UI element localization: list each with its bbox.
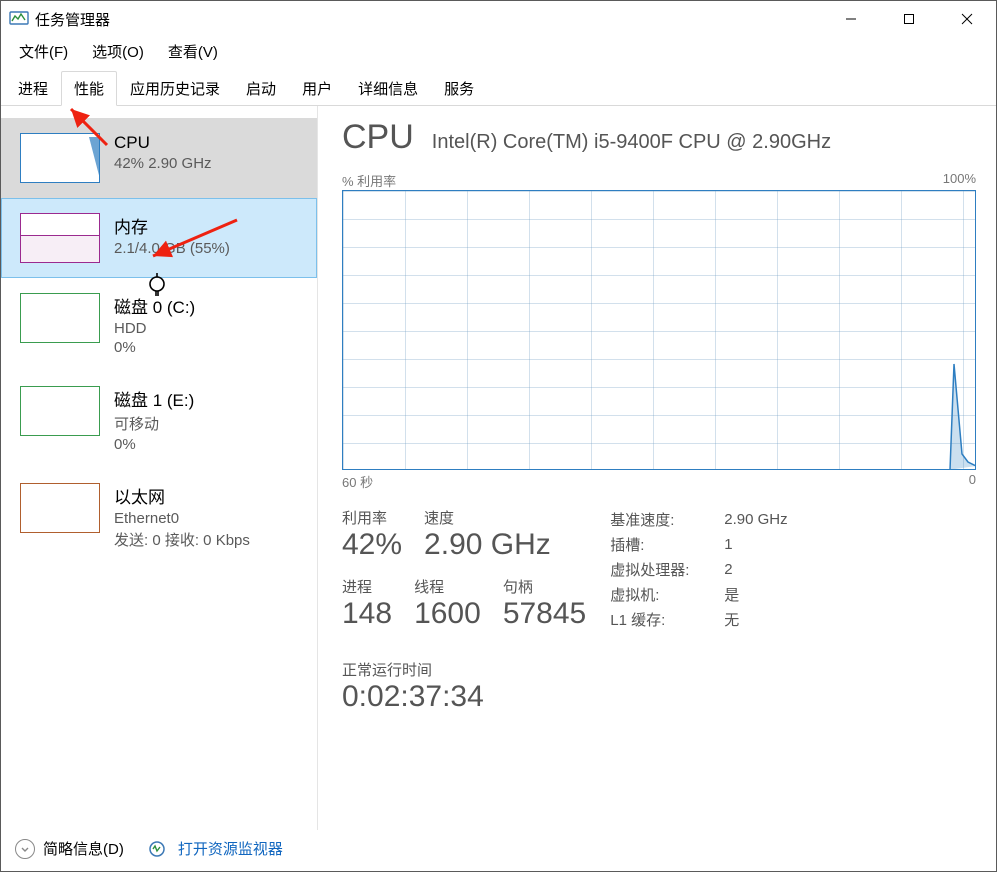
- stat-speed-label: 速度: [424, 507, 551, 528]
- cpu-sub: 42% 2.90 GHz: [114, 155, 306, 172]
- tab-details[interactable]: 详细信息: [345, 71, 431, 106]
- minimize-button[interactable]: [822, 1, 880, 37]
- sidebar-item-cpu[interactable]: CPU 42% 2.90 GHz: [1, 118, 317, 198]
- diske-pct: 0%: [114, 436, 306, 453]
- maximize-button[interactable]: [880, 1, 938, 37]
- window-title: 任务管理器: [35, 9, 110, 30]
- menu-view[interactable]: 查看(V): [164, 39, 222, 64]
- eth-title: 以太网: [114, 483, 306, 508]
- k-vprocs: 虚拟处理器:: [610, 557, 710, 582]
- k-sockets: 插槽:: [610, 532, 710, 557]
- diskc-pct: 0%: [114, 339, 306, 356]
- cpu-thumb-chart: [20, 133, 100, 183]
- eth-line3: 发送: 0 接收: 0 Kbps: [114, 529, 306, 550]
- v-vm: 是: [710, 582, 791, 607]
- menu-file[interactable]: 文件(F): [15, 39, 72, 64]
- graph-xmax: 0: [969, 472, 976, 491]
- app-icon: [9, 9, 29, 29]
- stat-threads-value: 1600: [414, 597, 481, 631]
- stat-procs-value: 148: [342, 597, 392, 631]
- tab-row: 进程 性能 应用历史记录 启动 用户 详细信息 服务: [1, 70, 996, 106]
- stat-handles-value: 57845: [503, 597, 586, 631]
- eth-sub: Ethernet0: [114, 510, 306, 527]
- sidebar-item-disk-e[interactable]: 磁盘 1 (E:) 可移动 0%: [1, 371, 317, 468]
- tab-app-history[interactable]: 应用历史记录: [117, 71, 233, 106]
- memory-title: 内存: [114, 213, 306, 238]
- memory-thumb-chart: [20, 213, 100, 263]
- sidebar-item-disk-c[interactable]: 磁盘 0 (C:) HDD 0%: [1, 278, 317, 371]
- footer: 简略信息(D) 打开资源监视器: [1, 830, 996, 871]
- tab-startup[interactable]: 启动: [233, 71, 289, 106]
- k-base-speed: 基准速度:: [610, 507, 710, 532]
- stat-util-label: 利用率: [342, 507, 402, 528]
- uptime-label: 正常运行时间: [342, 659, 586, 680]
- stat-procs-label: 进程: [342, 576, 392, 597]
- eth-thumb-chart: [20, 483, 100, 533]
- diskc-title: 磁盘 0 (C:): [114, 293, 306, 318]
- detail-panel: CPU Intel(R) Core(TM) i5-9400F CPU @ 2.9…: [318, 106, 996, 830]
- menubar: 文件(F) 选项(O) 查看(V): [1, 37, 996, 70]
- simple-info-button[interactable]: 简略信息(D): [43, 838, 124, 859]
- uptime-value: 0:02:37:34: [342, 680, 586, 714]
- v-vprocs: 2: [710, 557, 791, 582]
- menu-options[interactable]: 选项(O): [88, 39, 148, 64]
- diske-sub: 可移动: [114, 413, 306, 434]
- tab-processes[interactable]: 进程: [5, 71, 61, 106]
- sidebar-item-memory[interactable]: 内存 2.1/4.0 GB (55%): [1, 198, 317, 278]
- diskc-sub: HDD: [114, 320, 306, 337]
- titlebar: 任务管理器: [1, 1, 996, 37]
- resource-list: CPU 42% 2.90 GHz 内存 2.1/4.0 GB (55%) 磁盘 …: [1, 106, 318, 830]
- v-base-speed: 2.90 GHz: [710, 507, 791, 532]
- cpu-model: Intel(R) Core(TM) i5-9400F CPU @ 2.90GHz: [432, 131, 831, 154]
- tab-users[interactable]: 用户: [289, 71, 345, 106]
- k-l1: L1 缓存:: [610, 607, 710, 632]
- stat-threads-label: 线程: [414, 576, 481, 597]
- diske-thumb-chart: [20, 386, 100, 436]
- cpu-properties-table: 基准速度: 2.90 GHz 插槽: 1 虚拟处理器: 2 虚拟机: 是 L1 …: [610, 507, 791, 632]
- stat-speed-value: 2.90 GHz: [424, 528, 551, 562]
- open-resource-monitor-link[interactable]: 打开资源监视器: [178, 838, 283, 859]
- main-area: CPU 42% 2.90 GHz 内存 2.1/4.0 GB (55%) 磁盘 …: [1, 106, 996, 830]
- graph-xmin: 60 秒: [342, 472, 373, 491]
- resmon-icon: [148, 840, 166, 858]
- detail-heading: CPU: [342, 118, 414, 157]
- memory-sub: 2.1/4.0 GB (55%): [114, 240, 306, 257]
- cpu-title: CPU: [114, 133, 306, 153]
- v-l1: 无: [710, 607, 791, 632]
- chevron-down-icon[interactable]: [15, 839, 35, 859]
- tab-services[interactable]: 服务: [431, 71, 487, 106]
- stat-handles-label: 句柄: [503, 576, 586, 597]
- stat-util-value: 42%: [342, 528, 402, 562]
- diske-title: 磁盘 1 (E:): [114, 386, 306, 411]
- k-vm: 虚拟机:: [610, 582, 710, 607]
- cpu-utilization-graph[interactable]: [342, 190, 976, 470]
- window-controls: [822, 1, 996, 37]
- v-sockets: 1: [710, 532, 791, 557]
- close-button[interactable]: [938, 1, 996, 37]
- graph-ymax: 100%: [943, 171, 976, 190]
- graph-ylabel: % 利用率: [342, 171, 396, 190]
- diskc-thumb-chart: [20, 293, 100, 343]
- tab-performance[interactable]: 性能: [61, 71, 117, 106]
- sidebar-item-ethernet[interactable]: 以太网 Ethernet0 发送: 0 接收: 0 Kbps: [1, 468, 317, 565]
